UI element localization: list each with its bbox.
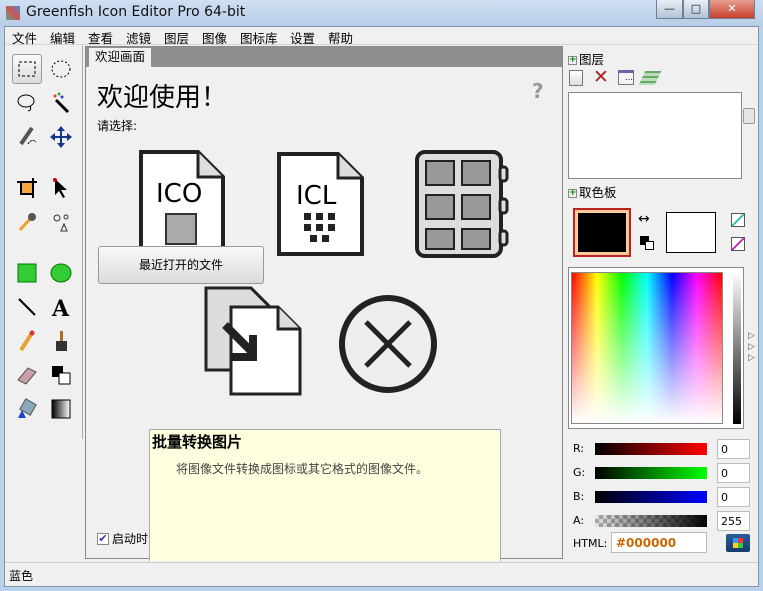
ellipse-select-tool[interactable] [46, 54, 76, 84]
system-color-picker-button[interactable] [726, 534, 750, 552]
welcome-heading: 欢迎使用！ [97, 83, 228, 113]
line-tool[interactable] [12, 292, 42, 322]
title-bar: Greenfish Icon Editor Pro 64-bit — □ ✕ [0, 0, 763, 26]
layers-title: 图层 [579, 52, 605, 67]
status-bar: 蓝色 [5, 562, 758, 586]
svg-text:A: A [51, 296, 70, 318]
rectangle-tool[interactable] [12, 258, 42, 288]
magic-wand-tool[interactable] [46, 88, 76, 118]
choose-label: 请选择: [97, 119, 138, 133]
r-slider[interactable] [595, 443, 707, 455]
menu-view[interactable]: 查看 [88, 28, 113, 47]
layer-list-scrollbar[interactable] [742, 92, 756, 179]
lasso-tool[interactable] [12, 88, 42, 118]
pen-select-tool[interactable] [12, 122, 42, 152]
luminance-slider[interactable] [733, 272, 741, 424]
tab-strip: 欢迎画面 [86, 47, 562, 67]
pointer-tool[interactable] [46, 173, 76, 203]
gradient-tool[interactable] [46, 394, 76, 424]
right-panel: + 图层 ✕ … + 取色板 ↔ ▷ ▷ ▷ R: 0 G: 0 B: 0 A: 255… [565, 46, 758, 558]
swap-colors-icon[interactable]: ↔ [638, 211, 650, 227]
expand-icon[interactable]: + [568, 189, 577, 198]
menu-layer[interactable]: 图层 [164, 28, 189, 47]
a-label: A: [573, 514, 585, 527]
menu-edit[interactable]: 编辑 [50, 28, 75, 47]
color-swap-tool[interactable] [46, 360, 76, 390]
a-input[interactable]: 255 [717, 511, 750, 531]
menu-help[interactable]: 帮助 [328, 28, 353, 47]
a-slider[interactable] [595, 515, 707, 527]
r-input[interactable]: 0 [717, 439, 750, 459]
new-icl-button[interactable]: ICL [276, 151, 366, 257]
menu-file[interactable]: 文件 [12, 28, 37, 47]
palette-title: 取色板 [579, 185, 617, 200]
close-welcome-button[interactable] [336, 292, 440, 396]
maximize-button[interactable]: □ [683, 0, 709, 19]
reset-colors-icon[interactable] [640, 236, 654, 250]
brush-tool[interactable] [46, 326, 76, 356]
new-ico-button[interactable]: ICO [138, 149, 226, 259]
expand-icon[interactable]: + [568, 56, 577, 65]
inverted-color-icon[interactable] [731, 237, 745, 251]
layer-list[interactable] [568, 92, 742, 179]
g-slider[interactable] [595, 467, 707, 479]
fill-tool[interactable] [12, 394, 42, 424]
ellipse-tool[interactable] [46, 258, 76, 288]
tab-welcome[interactable]: 欢迎画面 [89, 48, 152, 67]
color-spectrum[interactable] [571, 272, 723, 424]
menu-image[interactable]: 图像 [202, 28, 227, 47]
recent-files-button[interactable]: 最近打开的文件 [98, 246, 264, 284]
html-color-input[interactable]: #000000 [611, 532, 707, 553]
pencil-tool[interactable] [12, 326, 42, 356]
secondary-color-swatch[interactable] [666, 212, 716, 253]
palette-header[interactable]: + 取色板 [568, 182, 617, 201]
panel-collapse-arrows[interactable]: ▷ ▷ ▷ [748, 331, 755, 364]
r-label: R: [573, 442, 585, 455]
icl-label: ICL [296, 181, 337, 211]
scroll-thumb[interactable] [743, 108, 755, 124]
minimize-button[interactable]: — [656, 0, 683, 19]
startup-label: 启动时 [112, 532, 149, 546]
g-label: G: [573, 466, 586, 479]
show-on-startup-checkbox[interactable]: ✔ 启动时 [97, 530, 148, 547]
menu-filter[interactable]: 滤镜 [126, 28, 151, 47]
ico-label: ICO [156, 179, 203, 209]
delete-layer-icon[interactable]: ✕ [593, 66, 609, 88]
menu-bar: 文件 编辑 查看 滤镜 图层 图像 图标库 设置 帮助 [5, 27, 758, 47]
transparent-color-icon[interactable] [731, 213, 745, 227]
info-description: 将图像文件转换成图标或其它格式的图像文件。 [176, 462, 429, 476]
html-label: HTML: [573, 537, 608, 550]
rect-select-tool[interactable] [12, 54, 42, 84]
checkbox-icon[interactable]: ✔ [97, 532, 109, 545]
batch-convert-button[interactable] [203, 285, 303, 397]
move-tool[interactable] [46, 122, 76, 152]
close-button[interactable]: ✕ [709, 0, 755, 19]
info-panel: 批量转换图片 将图像文件转换成图标或其它格式的图像文件。 [149, 429, 501, 561]
crop-tool[interactable] [12, 173, 42, 203]
text-tool[interactable]: A [46, 292, 76, 322]
info-title: 批量转换图片 [152, 433, 243, 451]
open-icon-library-button[interactable] [414, 149, 510, 259]
menu-icon-library[interactable]: 图标库 [240, 28, 278, 47]
help-icon[interactable]: ? [532, 79, 548, 103]
eraser-tool[interactable] [12, 360, 42, 390]
g-input[interactable]: 0 [717, 463, 750, 483]
status-text: 蓝色 [9, 569, 34, 583]
toolbox: A [5, 46, 83, 439]
b-input[interactable]: 0 [717, 487, 750, 507]
menu-settings[interactable]: 设置 [290, 28, 315, 47]
window-title: Greenfish Icon Editor Pro 64-bit [26, 4, 246, 20]
app-icon [6, 6, 20, 20]
eyedropper-tool[interactable] [12, 207, 42, 237]
primary-color-swatch[interactable] [573, 208, 631, 257]
color-effects-tool[interactable] [46, 207, 76, 237]
b-label: B: [573, 490, 585, 503]
merge-layers-icon[interactable] [638, 71, 662, 85]
new-layer-icon[interactable] [569, 70, 583, 86]
document-area: 欢迎画面 欢迎使用！ 请选择: ? ICO ICL 最近打开的文件 批量转换图片… [85, 46, 563, 561]
b-slider[interactable] [595, 491, 707, 503]
layer-properties-icon[interactable]: … [618, 70, 634, 85]
